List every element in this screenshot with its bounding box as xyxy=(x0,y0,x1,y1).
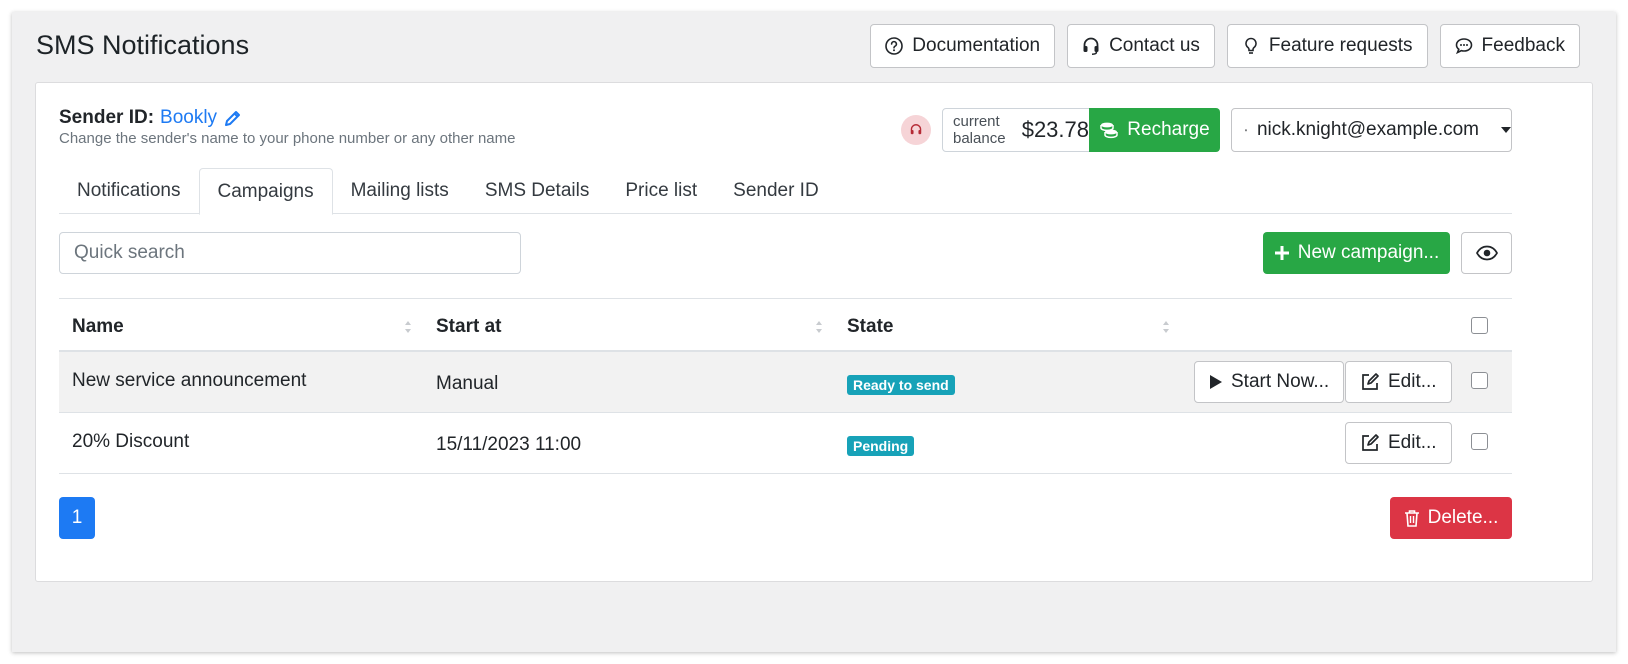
campaign-name: New service announcement xyxy=(72,370,307,391)
feedback-label: Feedback xyxy=(1481,35,1565,56)
column-visibility-button[interactable] xyxy=(1461,232,1512,274)
new-campaign-label: New campaign... xyxy=(1297,242,1440,263)
table-row: 20% Discount 15/11/2023 11:00 Pending Ed… xyxy=(59,413,1512,474)
tab-sms-details[interactable]: SMS Details xyxy=(467,168,608,214)
delete-button[interactable]: Delete... xyxy=(1390,497,1512,539)
chat-icon xyxy=(1455,38,1472,55)
support-status-icon[interactable] xyxy=(901,115,931,145)
contact-us-label: Contact us xyxy=(1109,35,1200,56)
feature-requests-button[interactable]: Feature requests xyxy=(1226,24,1428,68)
status-badge: Ready to send xyxy=(847,375,955,395)
tab-sender-id[interactable]: Sender ID xyxy=(715,168,837,214)
table-row: New service announcement Manual Ready to… xyxy=(59,352,1512,413)
row-checkbox[interactable] xyxy=(1471,372,1488,389)
campaign-start: 15/11/2023 11:00 xyxy=(436,434,582,455)
app-window: SMS Notifications Documentation Contact … xyxy=(12,12,1616,652)
sender-id-link[interactable]: Bookly xyxy=(160,107,217,129)
sort-icon[interactable] xyxy=(404,319,412,335)
sender-id-help: Change the sender's name to your phone n… xyxy=(59,130,516,147)
question-circle-icon xyxy=(885,37,904,55)
table-header: Name Start at State xyxy=(59,298,1512,352)
recharge-button[interactable]: Recharge xyxy=(1089,108,1220,152)
documentation-label: Documentation xyxy=(912,35,1041,56)
campaign-name: 20% Discount xyxy=(72,431,190,452)
edit-label: Edit... xyxy=(1388,371,1437,392)
status-badge: Pending xyxy=(847,436,915,456)
row-checkbox[interactable] xyxy=(1471,433,1488,450)
caret-down-icon xyxy=(1501,127,1511,133)
campaign-start: Manual xyxy=(436,373,499,394)
start-now-button[interactable]: Start Now... xyxy=(1194,361,1345,403)
feature-requests-label: Feature requests xyxy=(1268,35,1413,56)
edit-button[interactable]: Edit... xyxy=(1345,422,1452,464)
documentation-button[interactable]: Documentation xyxy=(870,24,1056,68)
edit-icon xyxy=(1362,373,1379,390)
edit-label: Edit... xyxy=(1388,432,1437,453)
edit-icon xyxy=(1362,434,1379,451)
balance-value: $23.78 xyxy=(1021,117,1089,142)
header-start-at[interactable]: Start at xyxy=(436,316,501,338)
start-now-label: Start Now... xyxy=(1231,371,1330,392)
contact-us-button[interactable]: Contact us xyxy=(1067,24,1215,68)
header-state[interactable]: State xyxy=(847,316,893,338)
select-all-checkbox[interactable] xyxy=(1471,317,1488,334)
page-title: SMS Notifications xyxy=(36,30,250,60)
campaigns-table: Name Start at State New service announce… xyxy=(59,298,1512,474)
delete-label: Delete... xyxy=(1427,507,1499,528)
plus-icon xyxy=(1274,246,1289,260)
user-dropdown[interactable]: nick.knight@example.com xyxy=(1231,108,1512,152)
pagination-page[interactable]: 1 xyxy=(59,497,95,539)
tab-campaigns[interactable]: Campaigns xyxy=(198,168,333,215)
tab-bar: Notifications Campaigns Mailing lists SM… xyxy=(59,168,1512,215)
pencil-icon[interactable] xyxy=(223,108,243,128)
tab-mailing-lists[interactable]: Mailing lists xyxy=(333,168,467,214)
user-icon xyxy=(1245,129,1247,132)
coins-icon xyxy=(1100,122,1119,139)
trash-icon xyxy=(1404,510,1419,527)
sort-icon[interactable] xyxy=(1162,319,1170,335)
user-email: nick.knight@example.com xyxy=(1256,119,1479,140)
headset-icon xyxy=(1083,37,1099,55)
sender-id-line: Sender ID: Bookly xyxy=(59,107,243,129)
edit-button[interactable]: Edit... xyxy=(1345,361,1452,403)
new-campaign-button[interactable]: New campaign... xyxy=(1263,232,1450,274)
top-button-group: Documentation Contact us Feature request… xyxy=(870,24,1580,68)
main-card: Sender ID: Bookly Change the sender's na… xyxy=(35,82,1593,582)
feedback-button[interactable]: Feedback xyxy=(1439,24,1580,68)
sender-id-label: Sender ID: xyxy=(59,107,155,128)
quick-search-input[interactable] xyxy=(59,232,521,274)
header-name[interactable]: Name xyxy=(72,316,124,338)
recharge-label: Recharge xyxy=(1127,119,1210,140)
lightbulb-icon xyxy=(1245,37,1257,54)
balance-display: current balance $23.78 xyxy=(942,108,1090,152)
headset-icon xyxy=(910,124,922,135)
eye-icon xyxy=(1475,245,1498,261)
tab-price-list[interactable]: Price list xyxy=(607,168,715,214)
play-icon xyxy=(1210,375,1222,389)
balance-label: current balance xyxy=(953,113,1006,147)
tab-notifications[interactable]: Notifications xyxy=(59,168,199,214)
sort-icon[interactable] xyxy=(815,319,823,335)
